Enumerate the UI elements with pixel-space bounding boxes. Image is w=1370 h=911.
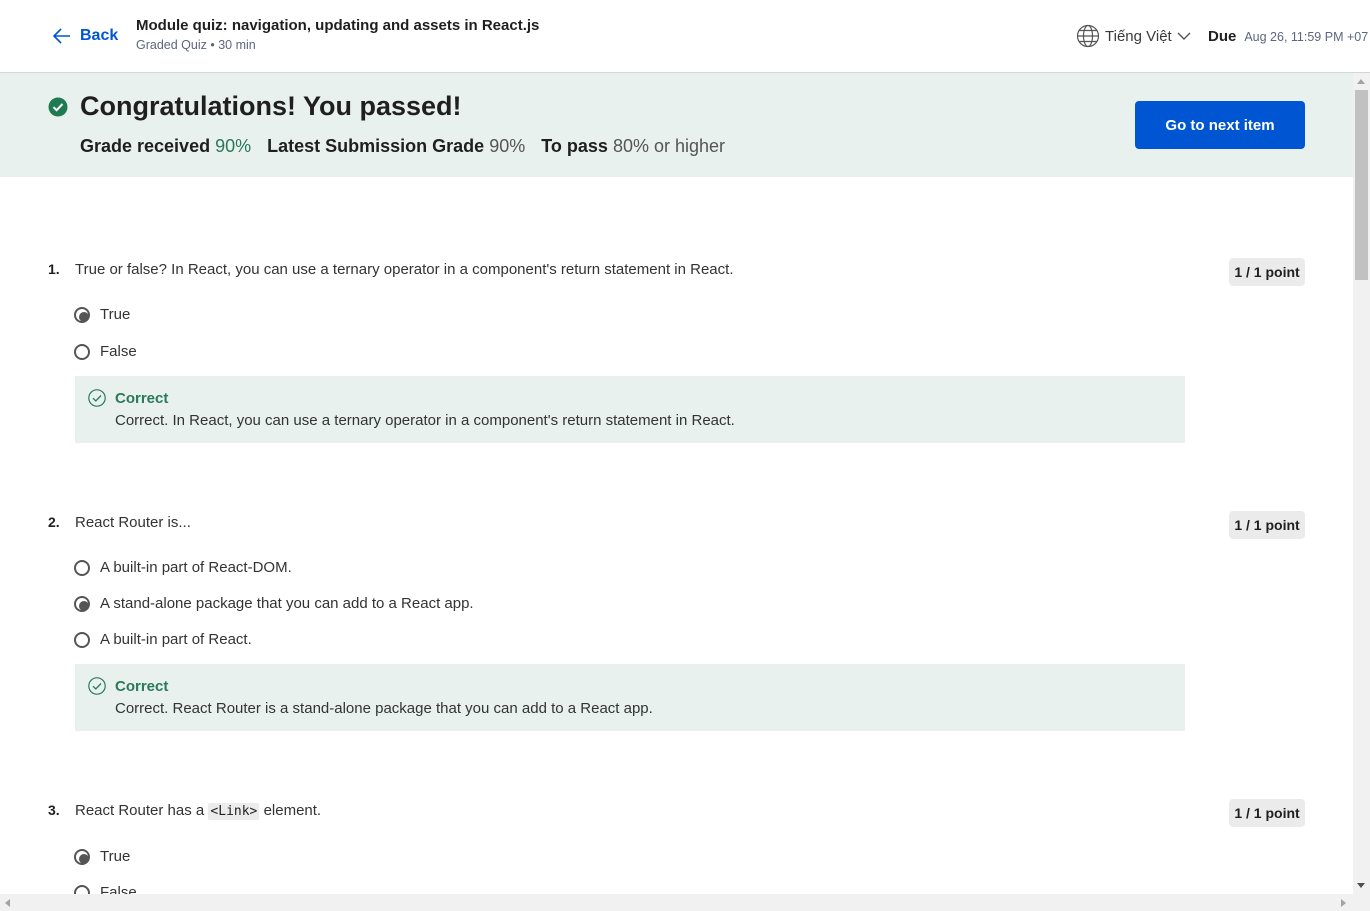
question-text: True or false? In React, you can use a t… — [75, 261, 734, 278]
radio-button[interactable] — [74, 343, 90, 360]
feedback-box: Correct Correct. In React, you can use a… — [75, 376, 1185, 443]
question-number: 2. — [48, 514, 60, 530]
question-text: React Router has a <Link> element. — [75, 802, 322, 820]
radio-button[interactable] — [74, 631, 90, 648]
banner-title: Congratulations! You passed! — [80, 91, 462, 121]
globe-icon — [1076, 24, 1100, 48]
option-label: True — [100, 306, 131, 323]
grade-summary: Grade received 90% Latest Submission Gra… — [80, 136, 725, 157]
question-number: 3. — [48, 802, 60, 818]
scroll-down-arrow-icon[interactable] — [1357, 883, 1365, 888]
feedback-text: Correct. In React, you can use a ternary… — [115, 412, 735, 429]
go-to-next-item-button[interactable]: Go to next item — [1135, 101, 1305, 149]
passed-banner: Congratulations! You passed! Grade recei… — [0, 73, 1353, 177]
latest-grade-label: Latest Submission Grade — [267, 136, 485, 156]
due-label: Due — [1208, 28, 1237, 45]
points-badge: 1 / 1 point — [1229, 799, 1305, 827]
option-true[interactable]: True — [74, 848, 130, 865]
feedback-title: Correct — [115, 678, 169, 695]
scrollbar-thumb[interactable] — [1355, 90, 1368, 280]
latest-submission-grade: Latest Submission Grade 90% — [267, 136, 525, 157]
to-pass-value: 80% or higher — [612, 136, 726, 156]
language-label: Tiếng Việt — [1105, 27, 1172, 45]
inline-code: <Link> — [208, 803, 260, 820]
option-built-in-react-dom[interactable]: A built-in part of React-DOM. — [74, 559, 292, 576]
back-button[interactable]: Back — [52, 25, 118, 47]
horizontal-scrollbar[interactable] — [0, 894, 1370, 911]
question-text-before: React Router has a — [75, 802, 205, 819]
due-info: Due Aug 26, 11:59 PM +07 — [1208, 28, 1368, 45]
scroll-up-arrow-icon[interactable] — [1357, 79, 1365, 84]
option-label: A built-in part of React. — [100, 631, 252, 648]
feedback-text: Correct. React Router is a stand-alone p… — [115, 700, 653, 717]
option-label: A stand-alone package that you can add t… — [100, 595, 474, 612]
grade-received: Grade received 90% — [80, 136, 251, 157]
arrow-left-icon — [52, 28, 70, 44]
due-date: Aug 26, 11:59 PM +07 — [1244, 30, 1369, 44]
option-true[interactable]: True — [74, 306, 130, 323]
chevron-down-icon — [1177, 32, 1191, 40]
option-label: True — [100, 848, 131, 865]
to-pass: To pass 80% or higher — [541, 136, 725, 157]
check-circle-filled-icon — [48, 97, 68, 117]
top-header: Back Module quiz: navigation, updating a… — [0, 0, 1370, 73]
radio-button[interactable] — [74, 595, 90, 612]
grade-received-value: 90% — [215, 136, 252, 156]
check-circle-outline-icon — [88, 677, 106, 695]
scroll-left-arrow-icon[interactable] — [5, 899, 10, 907]
points-badge: 1 / 1 point — [1229, 511, 1305, 539]
option-built-in-react[interactable]: A built-in part of React. — [74, 631, 252, 648]
quiz-title-block: Module quiz: navigation, updating and as… — [136, 17, 539, 52]
question-number: 1. — [48, 261, 60, 277]
question-text: React Router is... — [75, 514, 191, 531]
language-selector[interactable]: Tiếng Việt — [1076, 24, 1191, 48]
vertical-scrollbar[interactable] — [1353, 73, 1370, 894]
radio-button[interactable] — [74, 559, 90, 576]
feedback-title: Correct — [115, 390, 169, 407]
feedback-box: Correct Correct. React Router is a stand… — [75, 664, 1185, 731]
quiz-subtitle: Graded Quiz • 30 min — [136, 38, 256, 52]
back-label: Back — [80, 27, 119, 44]
question-text-after: element. — [263, 802, 322, 819]
latest-grade-value: 90% — [489, 136, 526, 156]
option-label: A built-in part of React-DOM. — [100, 559, 292, 576]
check-circle-outline-icon — [88, 389, 106, 407]
scroll-right-arrow-icon[interactable] — [1341, 899, 1346, 907]
radio-button[interactable] — [74, 848, 90, 865]
to-pass-label: To pass — [541, 136, 608, 156]
points-badge: 1 / 1 point — [1229, 258, 1305, 286]
option-stand-alone-package[interactable]: A stand-alone package that you can add t… — [74, 595, 474, 612]
option-false[interactable]: False — [74, 343, 137, 360]
page-title: Module quiz: navigation, updating and as… — [136, 17, 540, 34]
grade-received-label: Grade received — [80, 136, 211, 156]
radio-button[interactable] — [74, 306, 90, 323]
option-label: False — [100, 343, 137, 360]
